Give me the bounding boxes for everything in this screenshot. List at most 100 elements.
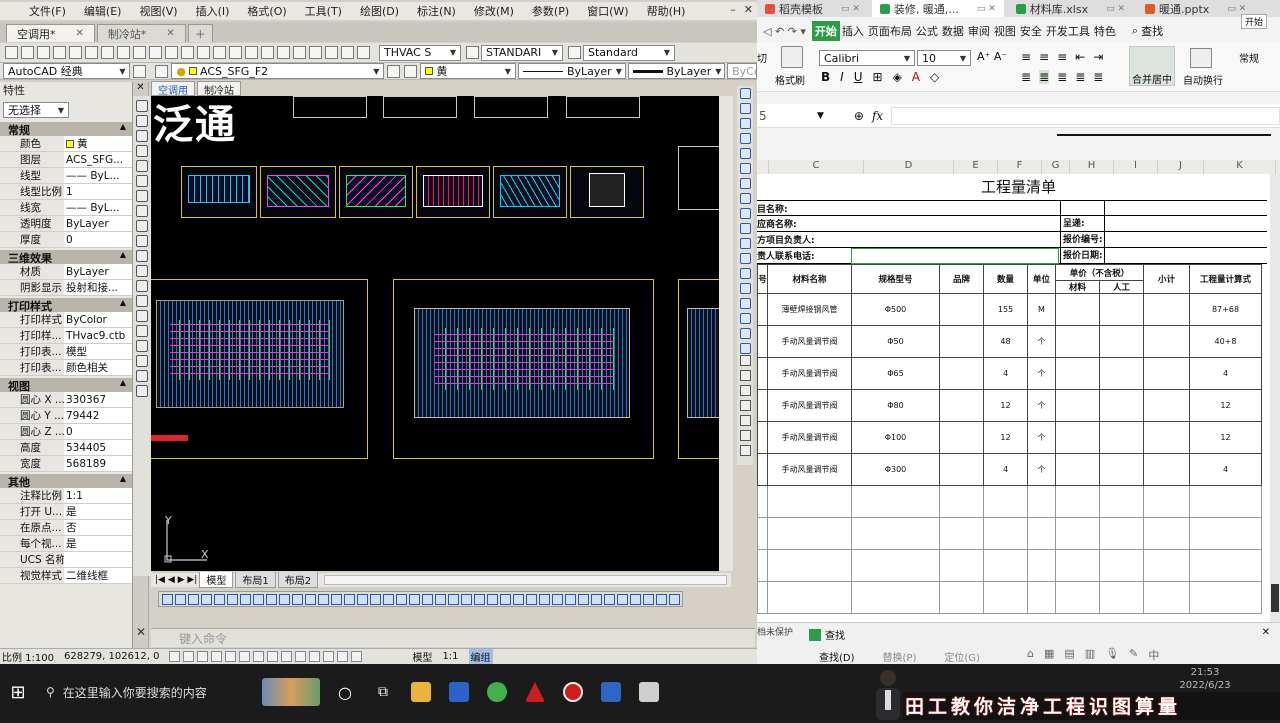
fill-icon[interactable]: ◈ [893, 70, 902, 84]
dimension-tool-icon[interactable] [604, 593, 615, 605]
tool-palette-icon[interactable] [293, 46, 306, 59]
menu-item-4[interactable]: 格式(O) [238, 3, 295, 19]
ribbon-search[interactable]: ⌕ 查找 [1132, 23, 1163, 39]
explode-icon[interactable] [739, 343, 751, 354]
table-cell[interactable] [757, 293, 768, 326]
dimension-tool-icon[interactable] [500, 593, 511, 605]
property-value[interactable]: 1 [64, 184, 132, 199]
table-cell[interactable] [939, 357, 984, 390]
property-value[interactable]: 模型 [64, 344, 132, 359]
layout-tab-model[interactable]: 模型 [199, 572, 234, 588]
layer-combo[interactable]: ● ACS_SFG_F2 ▼ [171, 63, 385, 79]
mirror-icon[interactable] [739, 118, 751, 129]
property-row[interactable]: 圆心 Y ... 79442 [0, 408, 132, 424]
table-cell[interactable] [1055, 389, 1100, 422]
wps-doc-tab-3[interactable]: 暖通.pptx ▭ ✕ [1137, 0, 1254, 17]
viewport-tab-0[interactable]: 空调用 [151, 81, 195, 97]
table-cell[interactable] [767, 485, 852, 518]
ribbon-tab-1[interactable]: 插入 [840, 23, 866, 39]
properties-icon[interactable] [261, 46, 274, 59]
property-value[interactable]: ACS_SFG... [64, 152, 132, 167]
property-value[interactable]: 黄 [64, 136, 132, 151]
selected-cell[interactable] [851, 248, 1059, 264]
table-cell[interactable]: Φ50 [851, 325, 940, 358]
file-tab-0[interactable]: 空调用* ✕ [6, 24, 95, 42]
table-row[interactable]: 手动风量调节阀 Φ80 12 个 12 [757, 389, 1262, 422]
dimension-tool-icon[interactable] [331, 593, 342, 605]
store-icon[interactable] [443, 676, 475, 708]
system-clock[interactable]: 21:53 2022/6/23 [1150, 666, 1260, 692]
wps-doc-tab-1[interactable]: 装修, 暖通,... ▭ ✕ [871, 0, 1004, 17]
distribute-icon[interactable]: ≣ [1093, 70, 1103, 84]
close-icon[interactable]: ▭ ✕ [977, 4, 996, 14]
polyline-icon[interactable] [136, 130, 148, 142]
menu-item-3[interactable]: 插入(I) [187, 3, 239, 19]
table-cell[interactable] [757, 357, 768, 390]
table-cell[interactable] [939, 517, 984, 550]
table-cell[interactable] [1143, 293, 1190, 326]
table-cell[interactable] [1055, 421, 1100, 454]
preview-icon[interactable] [69, 46, 82, 59]
table-cell[interactable]: 个 [1027, 325, 1056, 358]
dimension-tool-icon[interactable] [409, 593, 420, 605]
ribbon-tab-4[interactable]: 数据 [940, 23, 966, 39]
property-row[interactable]: 打印样式 ByColor [0, 312, 132, 328]
bold-icon[interactable]: B [821, 70, 830, 84]
ribbon-tab-0[interactable]: 开始 [811, 21, 840, 41]
cortana-icon[interactable]: ○ [329, 676, 361, 708]
polygon-icon[interactable] [136, 145, 148, 157]
hatch-icon[interactable] [136, 310, 148, 322]
vertical-scrollbar[interactable] [719, 96, 733, 571]
align-bottom-icon[interactable]: ≡ [1057, 50, 1067, 64]
layer-manager-icon[interactable] [155, 64, 169, 78]
table-row[interactable]: 手动风量调节阀 Φ65 4 个 4 [757, 357, 1262, 390]
property-value[interactable]: ByLayer [64, 216, 132, 231]
underline-icon[interactable]: U [854, 70, 863, 84]
markup-icon[interactable] [325, 46, 338, 59]
table-cell[interactable] [757, 421, 768, 454]
font-name-combo[interactable]: Calibri ▼ [819, 50, 915, 66]
menu-item-0[interactable]: 文件(F) [20, 3, 75, 19]
close-icon[interactable]: ▭ ✕ [1227, 4, 1246, 14]
property-group-header[interactable]: 其他 ▲ [0, 474, 132, 489]
table-cell[interactable] [1143, 453, 1190, 486]
table-cell[interactable]: Φ80 [851, 389, 940, 422]
bring-above-icon[interactable] [739, 385, 751, 396]
wps-writer-icon[interactable] [595, 676, 627, 708]
dimension-tool-icon[interactable] [292, 593, 303, 605]
viewport-tab-1[interactable]: 制冷站 [197, 81, 241, 97]
menu-icon[interactable]: ◁ ↶ ↷ ▾ [757, 25, 812, 38]
table-cell[interactable] [851, 517, 940, 550]
group-mode-button[interactable]: 编组 [468, 649, 493, 664]
property-row[interactable]: 线型比例 1 [0, 184, 132, 200]
column-header[interactable]: F [998, 160, 1042, 174]
close-icon[interactable]: ▭ ✕ [1106, 4, 1125, 14]
drafting-toggle-icon[interactable] [183, 651, 195, 662]
table-cell[interactable]: 个 [1027, 357, 1056, 390]
font-size-combo[interactable]: 10 ▼ [917, 50, 971, 66]
rectangle-icon[interactable] [136, 160, 148, 172]
drafting-toggle-icon[interactable] [295, 651, 307, 662]
table-cell[interactable] [757, 453, 768, 486]
break-at-point-icon[interactable] [739, 253, 751, 264]
dimension-tool-icon[interactable] [227, 593, 238, 605]
minimize-icon[interactable]: – [730, 3, 736, 16]
dimension-tool-icon[interactable] [253, 593, 264, 605]
publish-icon[interactable] [85, 46, 98, 59]
table-cell[interactable] [1099, 325, 1144, 358]
move-icon[interactable] [739, 163, 751, 174]
dimension-tool-icon[interactable] [279, 593, 290, 605]
new-file-icon[interactable] [5, 46, 18, 59]
mic-icon[interactable]: 🎙 [1105, 647, 1119, 663]
close-icon[interactable]: ▭ ✕ [841, 4, 860, 14]
annotation-scale[interactable]: 1:1 [442, 651, 458, 662]
save-icon[interactable] [37, 46, 50, 59]
dimension-tool-icon[interactable] [669, 593, 680, 605]
table-cell[interactable] [939, 325, 984, 358]
dimension-tool-icon[interactable] [656, 593, 667, 605]
property-row[interactable]: 高度 534405 [0, 440, 132, 456]
table-cell[interactable]: 48 [983, 325, 1028, 358]
table-cell[interactable] [767, 517, 852, 550]
tab-nav-icon[interactable]: |◀ ◀ ▶ ▶| [155, 575, 197, 585]
edge-icon[interactable] [481, 676, 513, 708]
